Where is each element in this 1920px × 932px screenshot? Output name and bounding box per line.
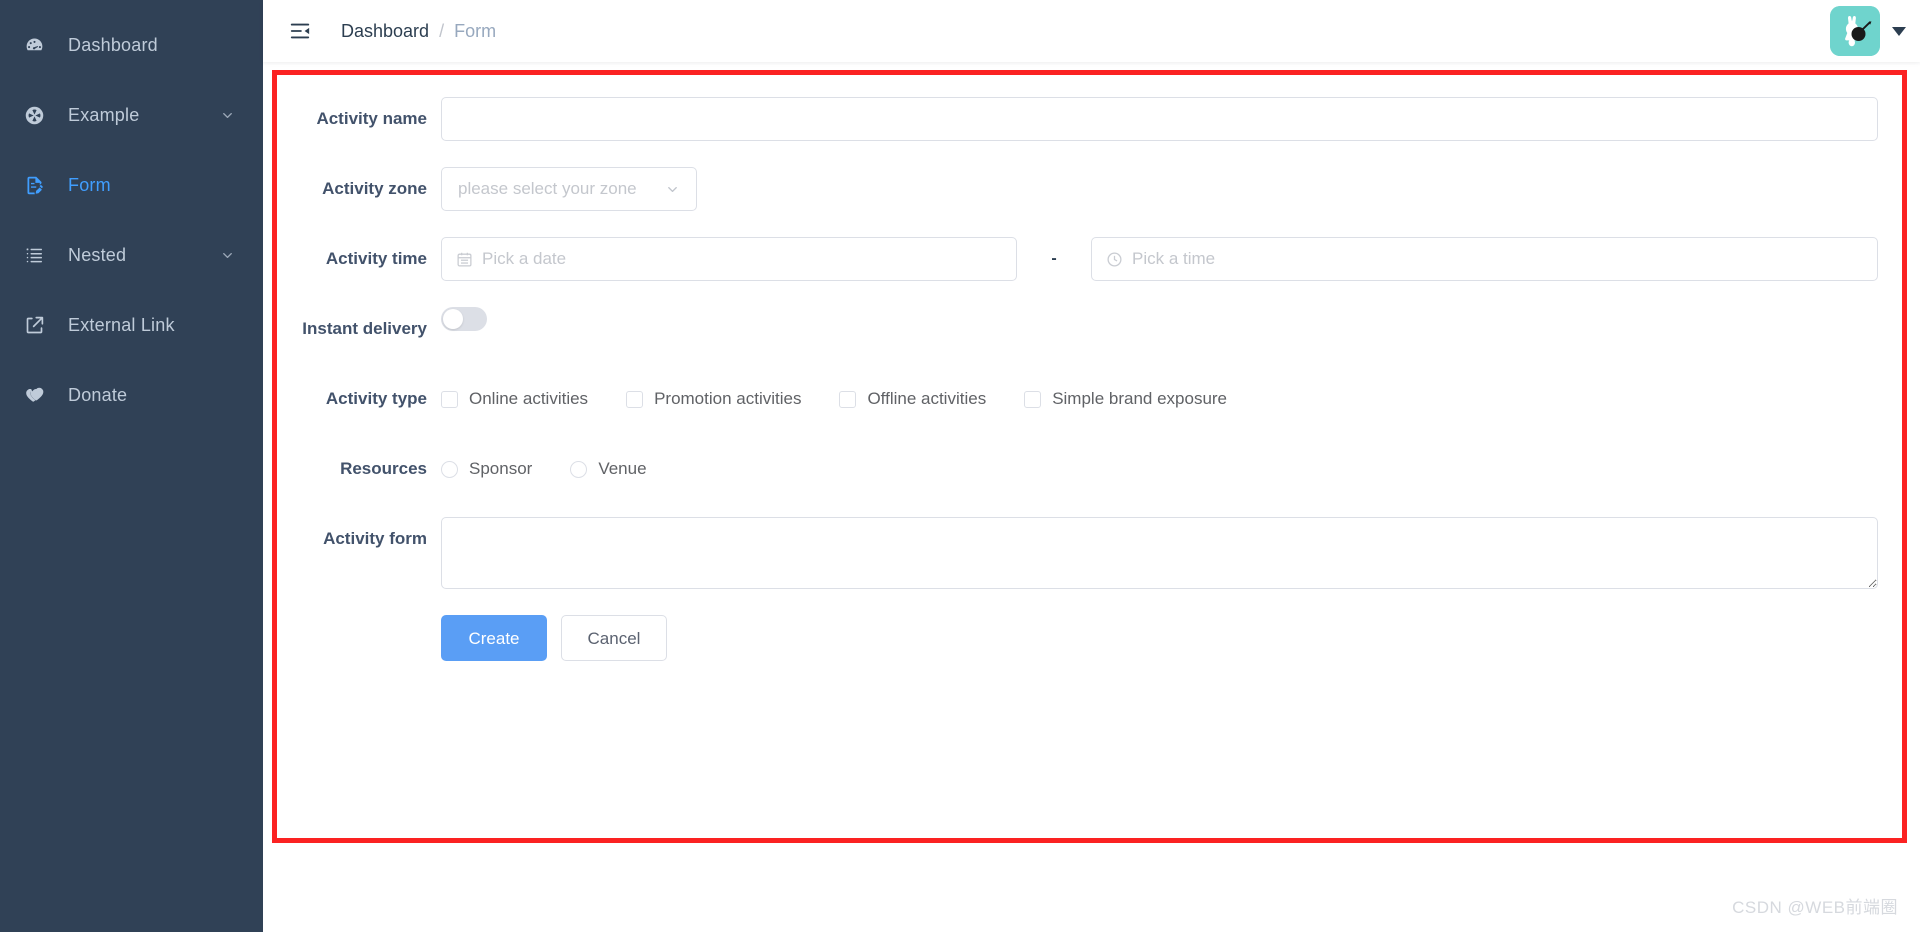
- activity-date-placeholder: Pick a date: [482, 249, 567, 268]
- form-row-activity-type: Activity type Online activities Promotio…: [301, 377, 1878, 421]
- activity-name-label: Activity name: [316, 109, 427, 128]
- activity-name-field: [441, 97, 1878, 141]
- activity-form: Activity name Activity zone please selec…: [301, 97, 1878, 661]
- activity-type-checkbox-group: Online activities Promotion activities O…: [441, 377, 1265, 421]
- avatar-dropdown[interactable]: [1830, 6, 1906, 56]
- radio-sponsor[interactable]: Sponsor: [441, 459, 532, 479]
- clock-icon: [1106, 251, 1123, 268]
- sidebar-item-donate[interactable]: Donate: [0, 360, 263, 430]
- breadcrumb-root[interactable]: Dashboard: [341, 22, 429, 40]
- resources-field: Sponsor Venue: [441, 447, 1878, 491]
- content-area: Activity name Activity zone please selec…: [263, 62, 1920, 932]
- activity-zone-field: please select your zone: [441, 167, 1878, 211]
- activity-form-textarea-wrapper: [441, 517, 1878, 589]
- checkbox-box[interactable]: [1024, 390, 1042, 408]
- checkbox-label: Simple brand exposure: [1052, 389, 1228, 408]
- chevron-down-icon: [665, 182, 680, 197]
- checkbox-box[interactable]: [441, 390, 458, 408]
- radio-label: Venue: [598, 459, 647, 478]
- activity-date-picker[interactable]: Pick a date: [441, 237, 1017, 281]
- navbar: Dashboard / Form: [263, 0, 1920, 62]
- checkbox-label: Offline activities: [867, 389, 987, 408]
- checkbox-online-activities[interactable]: Online activities: [441, 389, 588, 409]
- chevron-down-icon: [220, 108, 235, 123]
- form-row-instant-delivery: Instant delivery: [301, 307, 1878, 351]
- sidebar-item-label: Example: [68, 104, 140, 125]
- donate-heart-icon: [24, 385, 54, 406]
- breadcrumb-separator: /: [439, 21, 445, 41]
- activity-type-label: Activity type: [325, 389, 427, 408]
- activity-zone-selected-value: please select your zone: [458, 179, 637, 198]
- chevron-down-icon[interactable]: [1892, 26, 1906, 36]
- calendar-icon: [456, 251, 473, 268]
- activity-zone-select[interactable]: please select your zone: [441, 167, 697, 211]
- checkbox-box[interactable]: [626, 390, 644, 408]
- toggle-knob: [443, 309, 463, 329]
- form-row-resources: Resources Sponsor Venue: [301, 447, 1878, 491]
- watermark: CSDN @WEB前端圈: [1732, 898, 1898, 917]
- chevron-down-icon: [220, 248, 235, 263]
- activity-name-input[interactable]: [441, 97, 1878, 141]
- activity-time-label: Activity time: [325, 249, 427, 268]
- radio-venue[interactable]: Venue: [570, 459, 647, 479]
- checkbox-simple-brand-exposure[interactable]: Simple brand exposure: [1024, 389, 1227, 409]
- activity-time-placeholder: Pick a time: [1132, 249, 1216, 268]
- sidebar-item-external-link[interactable]: External Link: [0, 290, 263, 360]
- sidebar-item-nested[interactable]: Nested: [0, 220, 263, 290]
- radio-label: Sponsor: [469, 459, 533, 478]
- form-document-icon: [24, 175, 54, 196]
- checkbox-promotion-activities[interactable]: Promotion activities: [626, 389, 801, 409]
- resources-radio-group: Sponsor Venue: [441, 447, 685, 491]
- form-highlight-box: Activity name Activity zone please selec…: [272, 70, 1907, 843]
- collapse-menu-icon[interactable]: [287, 18, 313, 44]
- main-area: Dashboard / Form Activity name Activity …: [263, 0, 1920, 932]
- cancel-button[interactable]: Cancel: [561, 615, 667, 661]
- form-row-activity-form: Activity form: [301, 517, 1878, 589]
- activity-form-field: [441, 517, 1878, 589]
- sidebar-item-form[interactable]: Form: [0, 150, 263, 220]
- form-row-activity-name: Activity name: [301, 97, 1878, 141]
- checkbox-box[interactable]: [839, 390, 857, 408]
- activity-form-label: Activity form: [323, 529, 427, 548]
- breadcrumb-current: Form: [454, 21, 497, 41]
- resources-label: Resources: [340, 459, 427, 478]
- activity-time-picker[interactable]: Pick a time: [1091, 237, 1878, 281]
- nested-list-icon: [24, 245, 54, 266]
- sidebar-item-label: Dashboard: [68, 34, 158, 55]
- sidebar-item-label: Form: [68, 174, 111, 195]
- breadcrumb: Dashboard / Form: [341, 22, 496, 40]
- form-row-actions: Create Cancel: [301, 615, 1878, 661]
- navbar-right: [1830, 0, 1920, 62]
- app-root: Dashboard Example Form Nested External L…: [0, 0, 1920, 932]
- activity-form-textarea[interactable]: [441, 517, 1878, 589]
- sidebar: Dashboard Example Form Nested External L…: [0, 0, 263, 932]
- dashboard-gauge-icon: [24, 35, 54, 56]
- actions-field: Create Cancel: [441, 615, 1878, 661]
- create-button[interactable]: Create: [441, 615, 547, 661]
- sidebar-item-label: Donate: [68, 384, 128, 405]
- radio-circle[interactable]: [570, 460, 588, 478]
- example-compass-icon: [24, 105, 54, 126]
- instant-delivery-label: Instant delivery: [302, 319, 427, 338]
- sidebar-item-dashboard[interactable]: Dashboard: [0, 10, 263, 80]
- sidebar-item-label: Nested: [68, 244, 127, 265]
- checkbox-label: Online activities: [469, 389, 589, 408]
- radio-circle[interactable]: [441, 460, 458, 478]
- external-link-icon: [24, 315, 54, 336]
- activity-type-field: Online activities Promotion activities O…: [441, 377, 1878, 421]
- instant-delivery-field: [441, 307, 1878, 331]
- activity-time-range-separator: -: [1051, 250, 1057, 267]
- instant-delivery-toggle[interactable]: [441, 307, 487, 331]
- sidebar-item-example[interactable]: Example: [0, 80, 263, 150]
- form-row-activity-zone: Activity zone please select your zone: [301, 167, 1878, 211]
- activity-zone-label: Activity zone: [322, 179, 427, 198]
- sidebar-item-label: External Link: [68, 314, 175, 335]
- activity-time-field: Pick a date - Pick a time: [441, 237, 1878, 281]
- avatar[interactable]: [1830, 6, 1880, 56]
- form-row-activity-time: Activity time Pick a date - Pick a time: [301, 237, 1878, 281]
- checkbox-label: Promotion activities: [654, 389, 802, 408]
- checkbox-offline-activities[interactable]: Offline activities: [839, 389, 986, 409]
